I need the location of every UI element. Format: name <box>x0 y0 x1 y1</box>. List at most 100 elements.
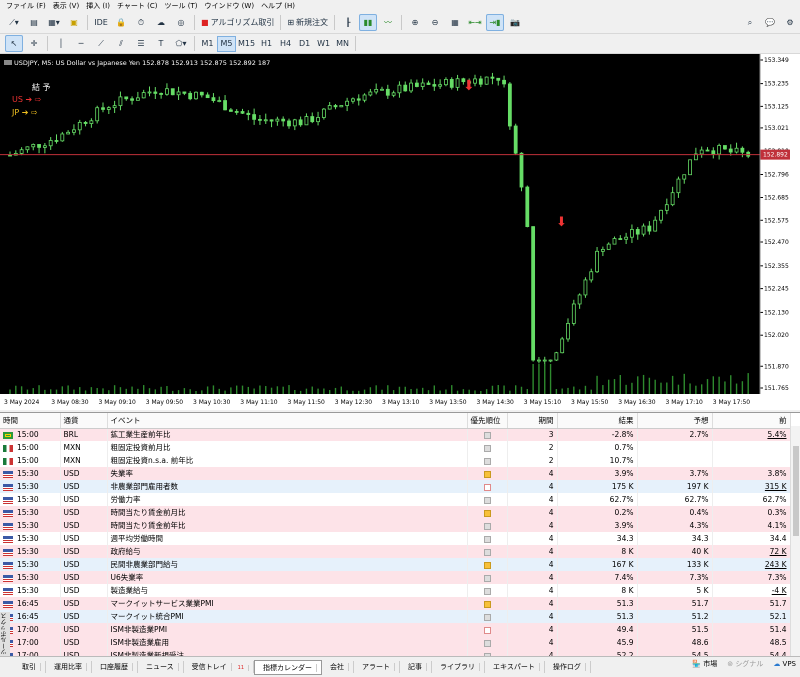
legend-jp-label: JP <box>12 108 20 117</box>
cloud-icon[interactable]: ☁ <box>152 14 170 31</box>
tab-10[interactable]: エキスパート <box>485 661 545 673</box>
lock-icon[interactable]: 🔒 <box>112 14 130 31</box>
fibo-icon[interactable]: ☰ <box>132 35 150 52</box>
timeframe-d1[interactable]: D1 <box>295 36 314 52</box>
zoom-in-icon[interactable]: ⊕ <box>406 14 424 31</box>
search-icon[interactable]: ⌕ <box>741 14 759 31</box>
history-icon[interactable]: ⏱ <box>132 14 150 31</box>
calendar-row[interactable]: 15:00 MXN 粗固定投資n.s.a. 前年比 2 10.7% <box>0 454 791 467</box>
previous-cell: 243 K <box>712 558 791 571</box>
jp-arrow-icon: ➔ <box>21 108 29 117</box>
menu-item-6[interactable]: ヘルプ (H) <box>259 1 300 11</box>
timeframe-h1[interactable]: H1 <box>257 36 276 52</box>
col-header-7[interactable]: 前 <box>712 413 791 429</box>
menu-item-2[interactable]: 挿入 (I) <box>84 1 115 11</box>
col-header-3[interactable]: 優先順位 <box>467 413 508 429</box>
menu-item-5[interactable]: ウインドウ (W) <box>202 1 259 11</box>
vertical-line-icon[interactable]: │ <box>52 35 70 52</box>
calendar-row[interactable]: 15:00 BRL 鉱工業生産前年比 3 -2.8% 2.7% 5.4% <box>0 428 791 441</box>
calendar-row[interactable]: 16:45 USD マークイットサービス業業PMI 4 51.3 51.7 51.7 <box>0 597 791 610</box>
timeframe-mn[interactable]: MN <box>333 36 352 52</box>
crosshair-icon[interactable]: ✛ <box>25 35 43 52</box>
scrollbar-thumb[interactable] <box>793 446 799 536</box>
candle-chart-icon[interactable]: ▮▮ <box>359 14 378 31</box>
tab-5[interactable]: 指標カレンダー <box>254 659 323 675</box>
calendar-row[interactable]: 15:30 USD 失業率 4 3.9% 3.7% 3.8% <box>0 467 791 480</box>
text-icon[interactable]: T <box>152 35 170 52</box>
horizontal-line-icon[interactable]: ─ <box>72 35 90 52</box>
ide-button[interactable]: IDE <box>92 14 110 31</box>
col-header-6[interactable]: 予想 <box>637 413 713 429</box>
toolbox-side-tab[interactable]: ツールボックス <box>0 612 10 656</box>
calendar-row[interactable]: 17:00 USD ISM非製造業雇用 4 45.9 48.6 48.5 <box>0 636 791 649</box>
scroll-icon[interactable]: ⇤⇥ <box>466 14 484 31</box>
chart-canvas[interactable]: 153.349153.235153.125153.021152.910152.7… <box>0 54 800 410</box>
chart-type-icon[interactable]: ⟋▾ <box>5 14 23 31</box>
currency-cell: USD <box>60 636 108 649</box>
profiles-icon[interactable]: ▦▾ <box>45 14 63 31</box>
col-header-5[interactable]: 結果 <box>557 413 638 429</box>
screenshot-icon[interactable]: 📷 <box>506 14 524 31</box>
shapes-icon[interactable]: ⬠▾ <box>172 35 190 52</box>
timeframe-m5[interactable]: M5 <box>217 35 236 52</box>
calendar-row[interactable]: 15:30 USD 民間非農業部門給与 4 167 K 133 K 243 K <box>0 558 791 571</box>
calendar-row[interactable]: 15:30 USD 労働力率 4 62.7% 62.7% 62.7% <box>0 493 791 506</box>
timeframe-h4[interactable]: H4 <box>276 36 295 52</box>
calendar-row[interactable]: 15:30 USD 週平均労働時間 4 34.3 34.3 34.4 <box>0 532 791 545</box>
cursor-icon[interactable]: ↖ <box>5 35 23 52</box>
menu-item-4[interactable]: ツール (T) <box>162 1 202 11</box>
calendar-row[interactable]: 15:30 USD 製造業給与 4 8 K5 K -4 K <box>0 584 791 597</box>
new-order-button[interactable]: ⊞ 新規注文 <box>285 14 330 31</box>
navigator-icon[interactable]: ▣ <box>65 14 83 31</box>
price-chart[interactable]: 153.349153.235153.125153.021152.910152.7… <box>0 54 800 410</box>
trendline-icon[interactable]: ⟋ <box>92 35 110 52</box>
vps-link[interactable]: ☁ VPS <box>773 660 796 668</box>
calendar-row[interactable]: 16:45 USD マークイット統合PMI 4 51.3 51.2 52.1 <box>0 610 791 623</box>
bar-chart-icon[interactable]: ┠ <box>339 14 357 31</box>
calendar-row[interactable]: 17:00 USD ISM非製造業新規受注 4 52.2 54.5 54.4 <box>0 649 791 656</box>
zoom-out-icon[interactable]: ⊖ <box>426 14 444 31</box>
menu-item-1[interactable]: 表示 (V) <box>51 1 84 11</box>
forecast-cell: 54.5 <box>637 649 713 656</box>
calendar-row[interactable]: 15:30 USD 時間当たり賃金前年比 4 3.9% 4.3% 4.1% <box>0 519 791 532</box>
calendar-row[interactable]: 15:30 USD 政府給与 4 8 K 40 K 72 K <box>0 545 791 558</box>
calendar-row[interactable]: 15:30 USD U6失業率 4 7.4% 7.3% 7.3% <box>0 571 791 584</box>
market-link[interactable]: 🏪 市場 <box>692 659 717 669</box>
timeframe-w1[interactable]: W1 <box>314 36 333 52</box>
signals-icon[interactable]: ◎ <box>172 14 190 31</box>
col-header-0[interactable]: 時間 <box>0 413 61 429</box>
autoscroll-icon[interactable]: ⇥▮ <box>486 14 505 31</box>
tab-7[interactable]: アラート <box>354 661 401 673</box>
tab-3[interactable]: ニュース <box>138 661 184 673</box>
calendar-scrollbar[interactable] <box>790 426 800 656</box>
tab-4[interactable]: 受信トレイ 11 <box>184 661 255 673</box>
channel-icon[interactable]: ⫽ <box>112 35 130 52</box>
tab-0[interactable]: 取引 <box>14 661 46 673</box>
candle-body <box>356 98 361 101</box>
menu-item-3[interactable]: チャート (C) <box>115 1 163 11</box>
timeframe-m15[interactable]: M15 <box>236 36 257 52</box>
calendar-row[interactable]: 17:00 USD ISM非製造業PMI 4 49.4 51.5 51.4 <box>0 623 791 636</box>
tab-2[interactable]: 口座履歴 <box>92 661 138 673</box>
col-header-1[interactable]: 通貨 <box>60 413 108 429</box>
timeframe-m1[interactable]: M1 <box>198 36 217 52</box>
menu-item-0[interactable]: ファイル (F) <box>4 1 51 11</box>
settings-icon[interactable]: ⚙ <box>781 14 799 31</box>
tab-11[interactable]: 操作ログ <box>545 661 591 673</box>
tab-1[interactable]: 運用比率 <box>46 661 92 673</box>
legend-us-label: US <box>12 95 23 104</box>
signals-link[interactable]: ⊚ シグナル <box>727 659 763 669</box>
calendar-row[interactable]: 15:00 MXN 粗固定投資前月比 2 0.7% <box>0 441 791 454</box>
chat-icon[interactable]: 💬 <box>761 14 779 31</box>
line-chart-icon[interactable]: 〰 <box>379 14 397 31</box>
new-chart-icon[interactable]: ▤ <box>25 14 43 31</box>
calendar-row[interactable]: 15:30 USD 非農業部門雇用者数 4 175 K 197 K 315 K <box>0 480 791 493</box>
col-header-2[interactable]: イベント <box>107 413 468 429</box>
tab-6[interactable]: 会社 <box>322 661 355 673</box>
col-header-4[interactable]: 期間 <box>507 413 558 429</box>
tab-9[interactable]: ライブラリ <box>432 661 486 673</box>
tab-8[interactable]: 記事 <box>400 661 433 673</box>
calendar-row[interactable]: 15:30 USD 時間当たり賃金前月比 4 0.2% 0.4% 0.3% <box>0 506 791 519</box>
algo-trading-button[interactable]: ■ アルゴリズム取引 <box>199 14 276 31</box>
tile-icon[interactable]: ▦ <box>446 14 464 31</box>
